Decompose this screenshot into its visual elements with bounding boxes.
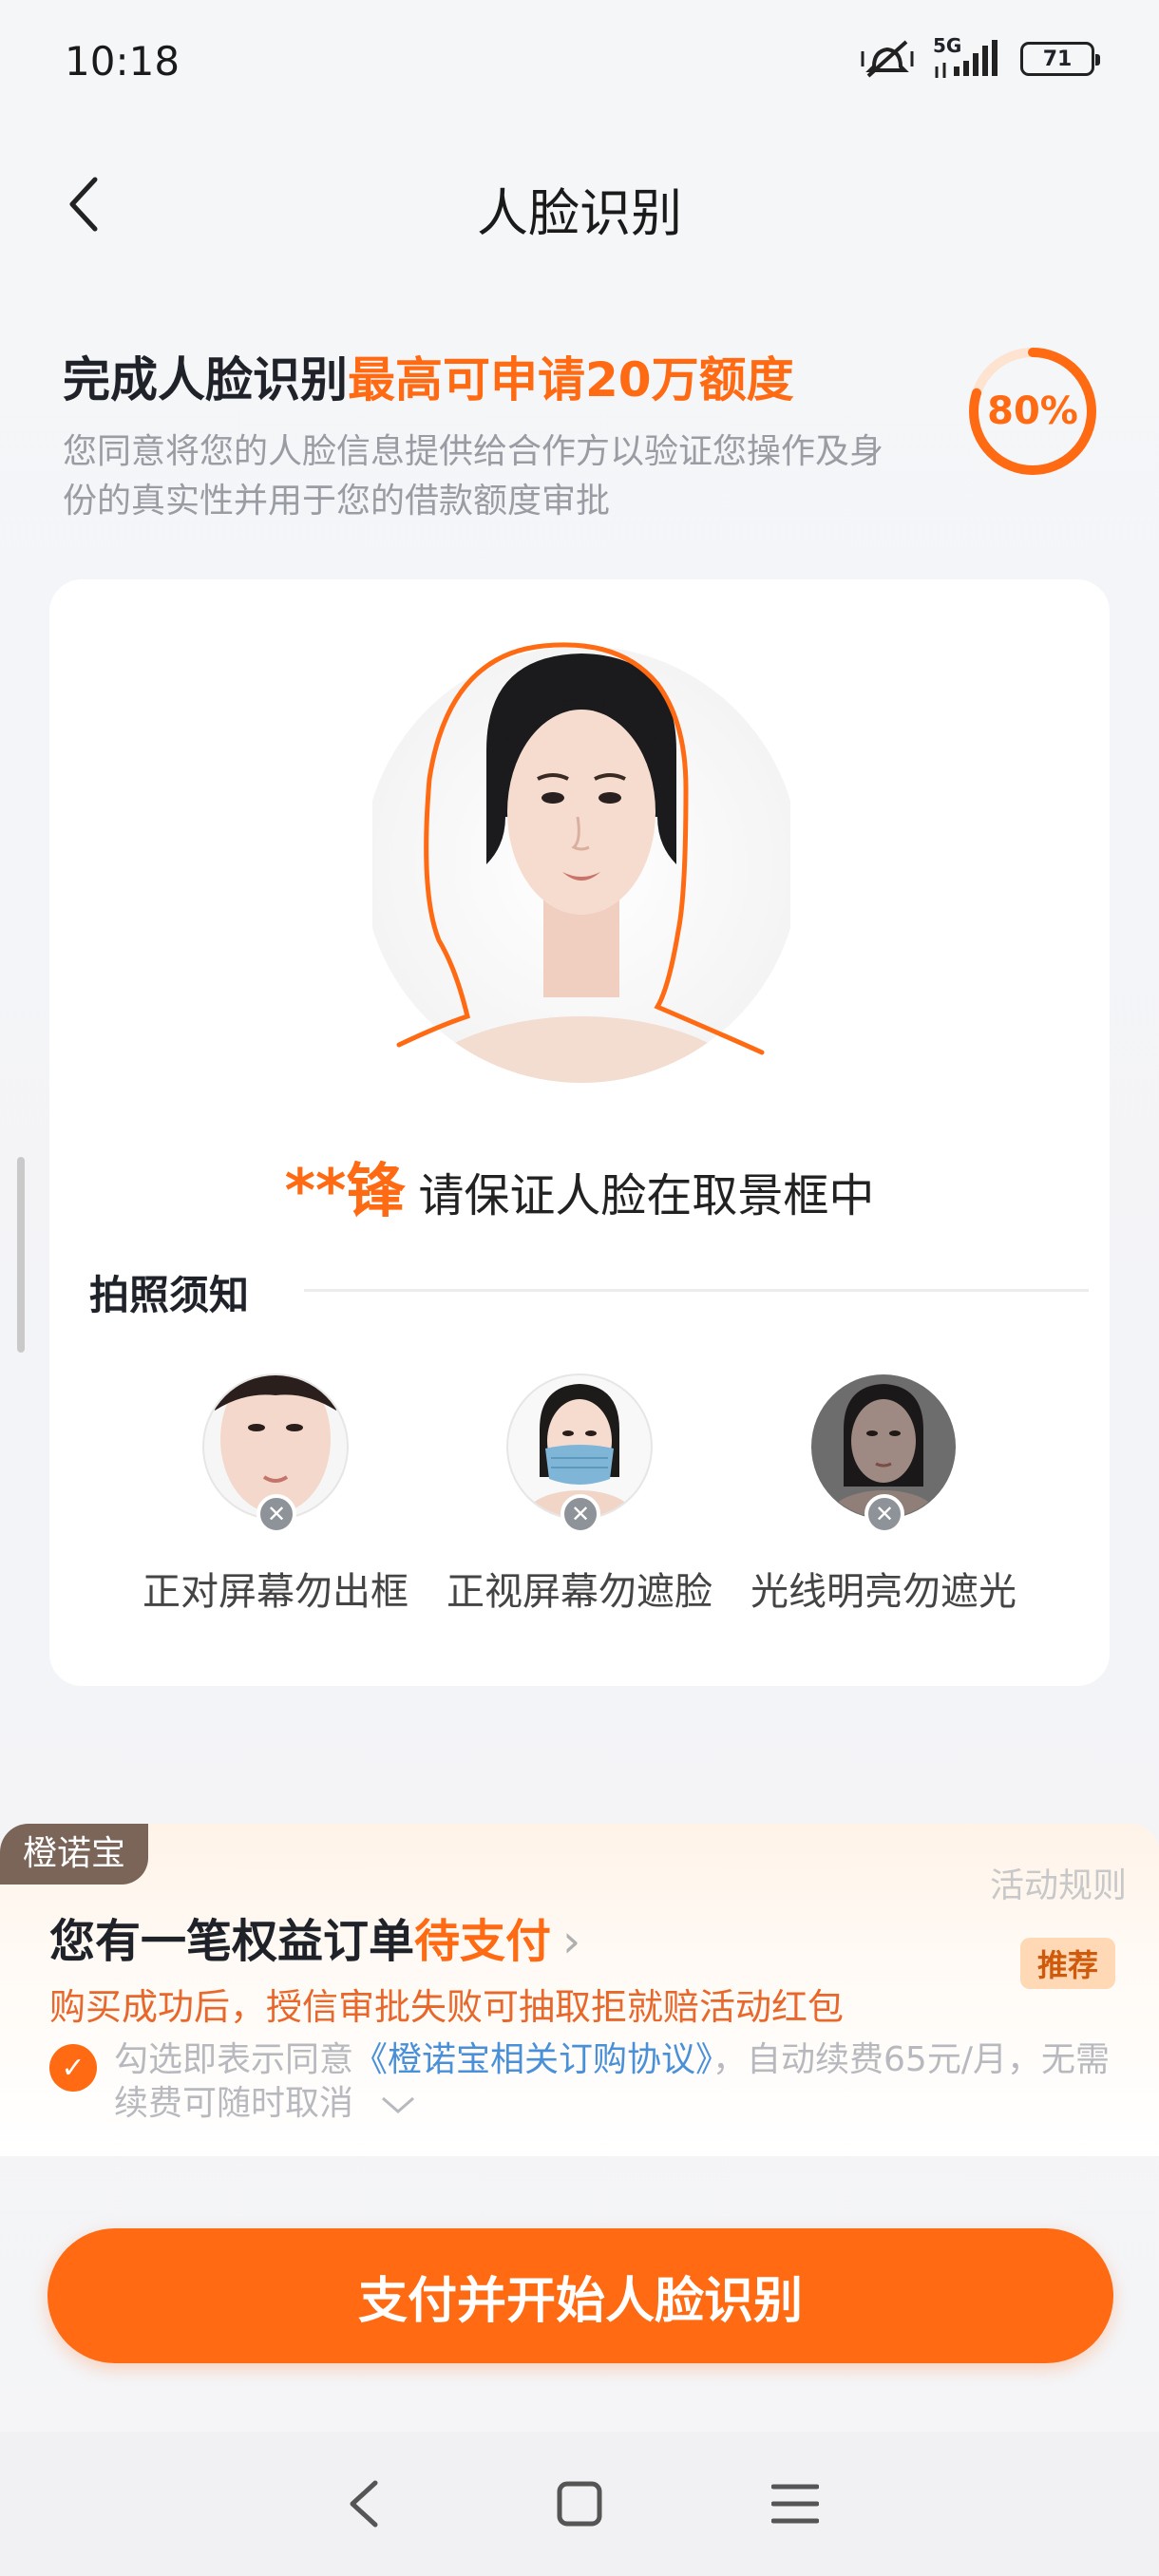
tips-title: 拍照须知 bbox=[89, 1272, 250, 1318]
status-icons: 5G 71 bbox=[861, 34, 1100, 80]
system-navigation-bar bbox=[0, 2432, 1159, 2576]
menu-icon bbox=[770, 2484, 819, 2524]
agreement-text: 勾选即表示同意《橙诺宝相关订购协议》，自动续费65元/月，无需续费可随时取消 bbox=[114, 2038, 1112, 2126]
system-home-button[interactable] bbox=[542, 2466, 618, 2542]
tip-item-mask: ✕ 正视屏幕勿遮脸 bbox=[428, 1373, 732, 1616]
tip-label: 正对屏幕勿出框 bbox=[142, 1570, 408, 1614]
promo-title-highlight: 待支付 bbox=[414, 1915, 552, 1968]
intro-title-highlight: 最高可申请20万额度 bbox=[348, 352, 794, 407]
face-out-of-frame-icon: ✕ bbox=[201, 1373, 350, 1534]
close-icon: ✕ bbox=[256, 1494, 296, 1534]
chevron-left-icon bbox=[350, 2480, 378, 2528]
recommend-badge: 推荐 bbox=[1019, 1938, 1115, 1989]
promo-description: 购买成功后，授信审批失败可抽取拒就赔活动红包 bbox=[49, 1986, 845, 2028]
masked-name: **锋 bbox=[284, 1156, 406, 1225]
promo-title-prefix: 您有一笔权益订单 bbox=[49, 1915, 415, 1968]
square-icon bbox=[557, 2481, 602, 2527]
chevron-down-icon[interactable] bbox=[379, 2094, 417, 2115]
agree-checkbox[interactable]: ✓ bbox=[49, 2044, 97, 2092]
battery-level: 71 bbox=[1042, 47, 1073, 71]
signal-icon: 5G bbox=[933, 34, 1001, 80]
tip-item-frame: ✕ 正对屏幕勿出框 bbox=[124, 1373, 428, 1616]
face-instruction: **锋 请保证人脸在取景框中 bbox=[49, 1143, 1110, 1228]
tip-label: 光线明亮勿遮光 bbox=[750, 1570, 1016, 1614]
intro-title: 完成人脸识别最高可申请20万额度 bbox=[63, 342, 918, 410]
close-icon: ✕ bbox=[864, 1494, 904, 1534]
check-icon: ✓ bbox=[61, 2051, 86, 2085]
system-menu-button[interactable] bbox=[757, 2466, 833, 2542]
promo-tag: 橙诺宝 bbox=[0, 1824, 149, 1885]
page-title: 人脸识别 bbox=[477, 183, 682, 243]
mute-vibrate-icon bbox=[861, 40, 914, 78]
scroll-indicator bbox=[17, 1157, 25, 1353]
tip-label: 正视屏幕勿遮脸 bbox=[446, 1570, 712, 1614]
agree-prefix: 勾选即表示同意 bbox=[114, 2040, 354, 2079]
tips-divider bbox=[304, 1289, 1089, 1292]
nav-bar: 人脸识别 bbox=[0, 142, 1159, 266]
promo-title[interactable]: 您有一笔权益订单待支付 › bbox=[49, 1904, 580, 1970]
agreement-link[interactable]: 《橙诺宝相关订购协议》 bbox=[353, 2040, 712, 2079]
face-card: **锋 请保证人脸在取景框中 拍照须知 ✕ 正对屏幕勿出框 ✕ 正视屏幕勿遮脸 … bbox=[49, 579, 1110, 1686]
system-back-button[interactable] bbox=[326, 2466, 402, 2542]
status-time: 10:18 bbox=[65, 38, 180, 85]
face-dark-lighting-icon: ✕ bbox=[809, 1373, 958, 1534]
promo-section: 橙诺宝 活动规则 您有一笔权益订单待支付 › 推荐 购买成功后，授信审批失败可抽取… bbox=[0, 1824, 1159, 2156]
intro-section: 完成人脸识别最高可申请20万额度 您同意将您的人脸信息提供给合作方以验证您操作及… bbox=[63, 342, 918, 526]
activity-rules-link[interactable]: 活动规则 bbox=[990, 1858, 1127, 1907]
face-portrait bbox=[363, 627, 800, 1102]
pay-and-start-button[interactable]: 支付并开始人脸识别 bbox=[48, 2228, 1113, 2363]
instruction-text: 请保证人脸在取景框中 bbox=[418, 1169, 875, 1222]
intro-title-prefix: 完成人脸识别 bbox=[63, 352, 348, 407]
close-icon: ✕ bbox=[560, 1494, 600, 1534]
status-bar: 10:18 5G 71 bbox=[0, 0, 1159, 123]
tip-item-light: ✕ 光线明亮勿遮光 bbox=[732, 1373, 1036, 1616]
intro-subtitle: 您同意将您的人脸信息提供给合作方以验证您操作及身份的真实性并用于您的借款额度审批 bbox=[63, 432, 884, 521]
battery-icon: 71 bbox=[1020, 42, 1100, 76]
face-with-mask-icon: ✕ bbox=[505, 1373, 654, 1534]
progress-label: 80% bbox=[987, 389, 1078, 433]
chevron-right-icon: › bbox=[562, 1915, 581, 1968]
